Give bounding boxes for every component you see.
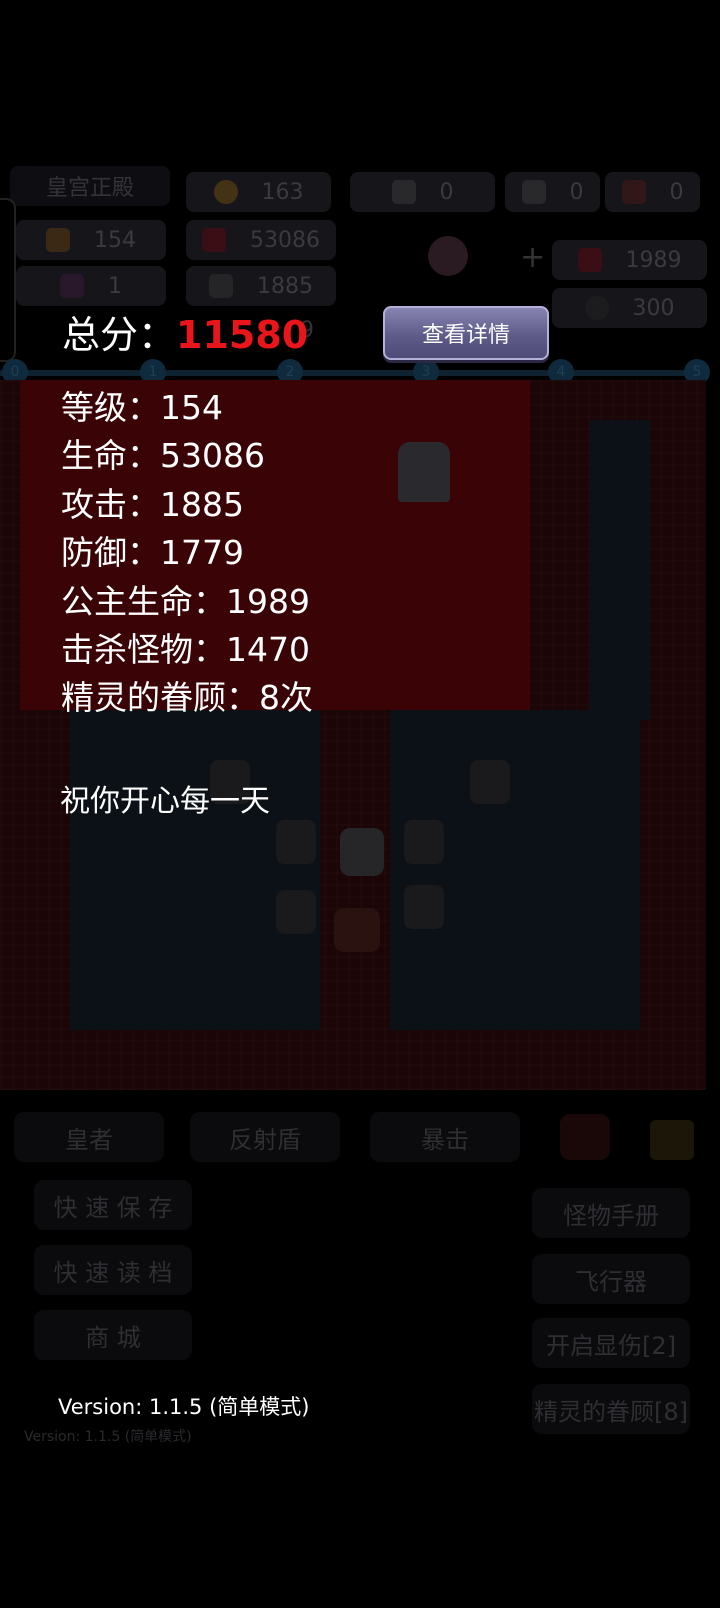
gold-counter: 163 — [186, 172, 331, 212]
floor-track — [0, 370, 700, 376]
plus-sign: + — [520, 240, 546, 275]
red-key-counter: 0 — [605, 172, 700, 212]
king-sprite — [398, 442, 450, 502]
heart-icon — [202, 228, 226, 252]
item-icon[interactable] — [560, 1114, 610, 1160]
score-label: 总分： — [62, 313, 177, 357]
stat-attack: 攻击：1885 — [61, 484, 244, 524]
pillar — [590, 420, 650, 720]
damage-display-button[interactable]: 开启显伤[2] — [532, 1318, 690, 1368]
blessing-message: 祝你开心每一天 — [60, 784, 270, 819]
potion-counter: 1 — [16, 266, 166, 306]
barrel-sprite — [276, 820, 316, 864]
shield-icon — [584, 296, 609, 320]
coin-icon — [213, 180, 238, 204]
view-details-label: 查看详情 — [421, 323, 510, 348]
score-value: 11580 — [176, 313, 309, 357]
view-details-button[interactable]: 查看详情 — [383, 306, 549, 360]
attack-counter: 1885 — [186, 266, 336, 306]
heart-icon — [577, 248, 602, 272]
barrel-sprite — [276, 890, 316, 934]
barrel-sprite — [404, 885, 444, 929]
stat-fairy-blessing: 精灵的眷顾：8次 — [61, 678, 313, 718]
pillar — [390, 710, 640, 1030]
level-counter: 154 — [16, 220, 166, 260]
quick-save-button[interactable]: 快 速 保 存 — [34, 1180, 192, 1230]
princess-hp-counter: 1989 — [552, 240, 707, 280]
fairy-blessing-button[interactable]: 精灵的眷顾[8] — [532, 1384, 690, 1434]
shop-button[interactable]: 商 城 — [34, 1310, 192, 1360]
stat-hp: 生命：53086 — [61, 436, 265, 476]
version-label: Version: 1.1.5 (简单模式) — [58, 1395, 310, 1419]
key-icon — [391, 180, 416, 204]
hp-counter: 53086 — [186, 220, 336, 260]
stat-monsters-killed: 击杀怪物：1470 — [61, 629, 310, 669]
skill-button[interactable]: 暴击 — [370, 1112, 520, 1162]
stats-list: 等级：154 生命：53086 攻击：1885 防御：1779 公主生命：198… — [61, 384, 313, 723]
fairy-icon — [428, 236, 468, 276]
quick-load-button[interactable]: 快 速 读 档 — [34, 1245, 192, 1295]
barrel-sprite — [470, 760, 510, 804]
yellow-key-counter: 0 — [350, 172, 495, 212]
skill-button[interactable]: 反射盾 — [190, 1112, 340, 1162]
blue-key-counter: 0 — [505, 172, 600, 212]
sidebar-frame — [0, 198, 16, 362]
potion-icon — [60, 274, 84, 298]
location-label: 皇宫正殿 — [10, 166, 170, 206]
key-icon — [621, 180, 646, 204]
skill-button[interactable]: 皇者 — [14, 1112, 164, 1162]
pillar — [70, 710, 320, 1030]
princess-sprite — [340, 828, 384, 876]
stat-level: 等级：154 — [61, 388, 223, 427]
monster-manual-button[interactable]: 怪物手册 — [532, 1188, 690, 1238]
background-version-label: Version: 1.1.5 (简单模式) — [24, 1429, 192, 1445]
stat-princess-hp: 公主生命：1989 — [61, 581, 310, 621]
crown-icon — [46, 228, 70, 252]
stat-defense: 防御：1779 — [61, 533, 244, 573]
sword-icon — [209, 274, 233, 298]
chest-icon[interactable] — [650, 1120, 694, 1160]
hero-sprite — [334, 908, 380, 952]
key-icon — [521, 180, 546, 204]
total-score: 总分：11580 — [62, 304, 308, 359]
shield-counter: 300 — [552, 288, 707, 328]
barrel-sprite — [404, 820, 444, 864]
fly-button[interactable]: 飞行器 — [532, 1254, 690, 1304]
